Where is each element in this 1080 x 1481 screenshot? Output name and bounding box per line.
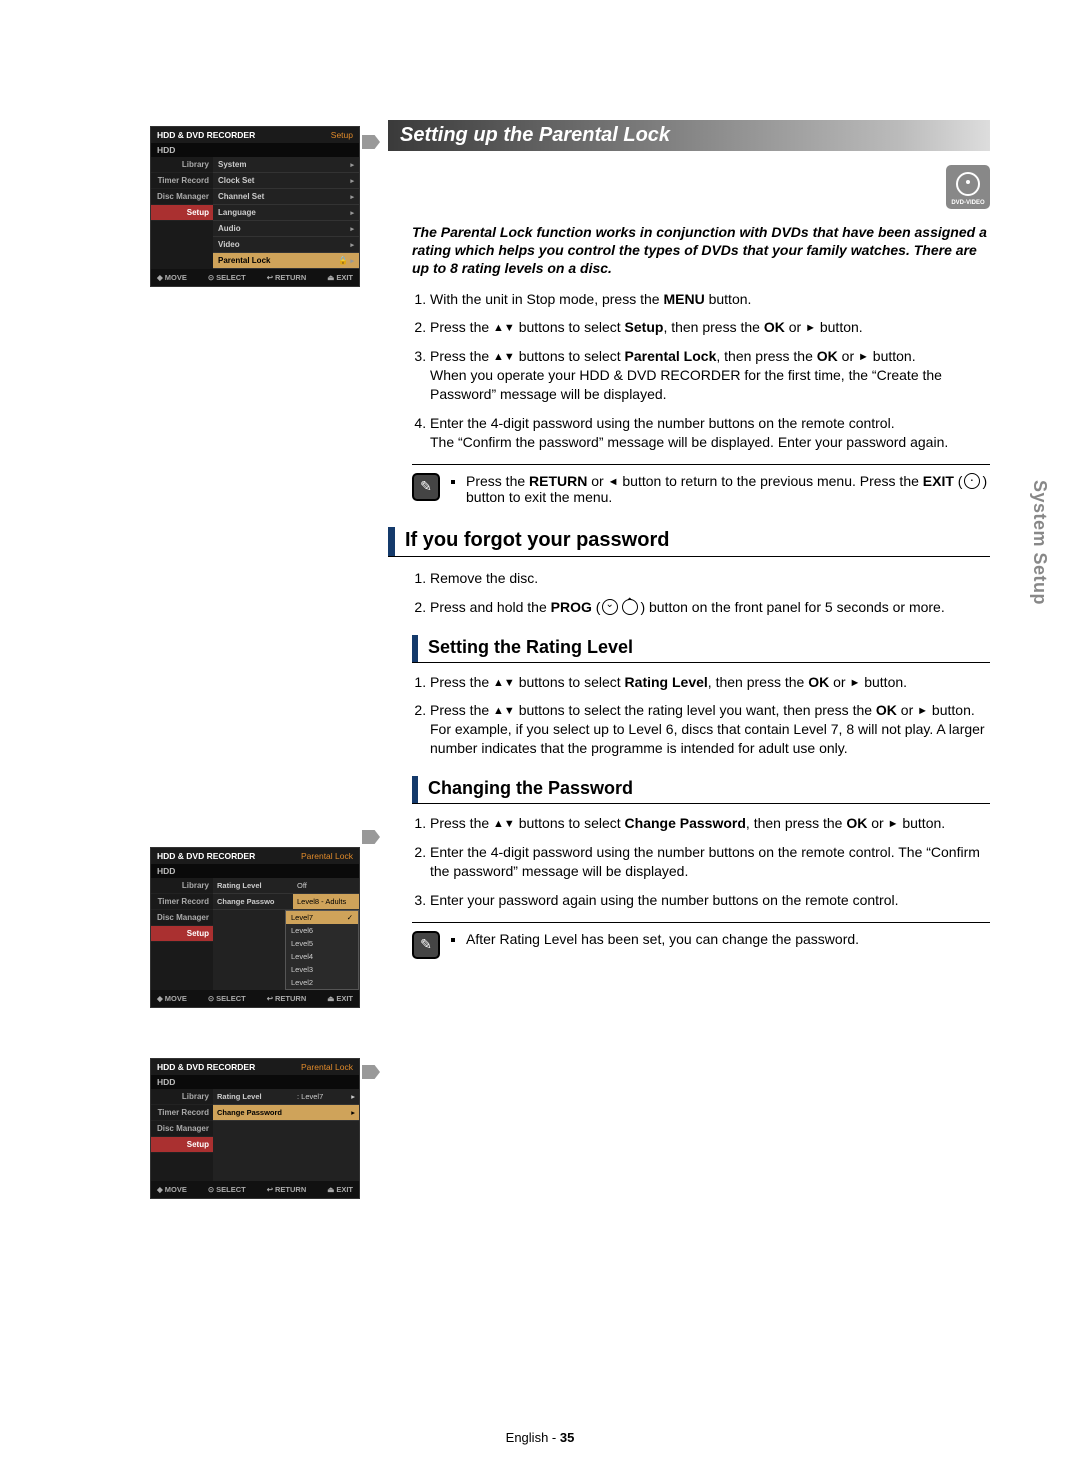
osd3-nav-2: Disc Manager xyxy=(151,1121,213,1137)
osd2-nav-0: Library xyxy=(151,878,213,894)
changepw-steps: Press the ▲▼ buttons to select Change Pa… xyxy=(412,814,990,910)
osd-foot-return: ↩ RETURN xyxy=(267,273,307,282)
osd2-row-1: Change Passwo Level8 - Adults xyxy=(213,894,359,910)
exit-button-icon xyxy=(964,473,980,489)
osd3-nav-1: Timer Record xyxy=(151,1105,213,1121)
osd-foot-move: ◆ MOVE xyxy=(157,273,187,282)
osd3-title: HDD & DVD RECORDER xyxy=(157,1062,255,1072)
main-note-text: Press the RETURN or ◄ button to return t… xyxy=(466,473,990,505)
osd3-sub: HDD xyxy=(151,1075,359,1089)
main-step-4: Enter the 4-digit password using the num… xyxy=(430,414,990,452)
prog-up-icon xyxy=(622,599,638,615)
forgot-step-1: Remove the disc. xyxy=(430,569,990,588)
osd1-opt-5: Video▸ xyxy=(213,237,359,253)
dvd-video-icon: DVD-VIDEO xyxy=(946,165,990,209)
osd2-dropdown: Level7✓ Level6 Level5 Level4 Level3 Leve… xyxy=(285,910,359,990)
main-step-3: Press the ▲▼ buttons to select Parental … xyxy=(430,347,990,404)
forgot-heading: If you forgot your password xyxy=(388,527,990,557)
changepw-note-text: After Rating Level has been set, you can… xyxy=(466,931,859,947)
lock-icon: 🔒 xyxy=(338,256,348,265)
osd-setup-parental: HDD & DVD RECORDER Setup HDD Library Tim… xyxy=(150,126,360,287)
osd2-dd-1: Level6 xyxy=(286,924,358,937)
main-note: ✎ Press the RETURN or ◄ button to return… xyxy=(412,464,990,505)
rating-heading: Setting the Rating Level xyxy=(412,635,990,663)
main-heading: Setting up the Parental Lock xyxy=(388,120,990,151)
osd1-sub: HDD xyxy=(151,143,359,157)
left-column: HDD & DVD RECORDER Setup HDD Library Tim… xyxy=(150,120,360,1199)
prog-down-icon xyxy=(602,599,618,615)
osd3-row-1: Change Password ▸ xyxy=(213,1105,359,1121)
osd1-opt-2: Channel Set▸ xyxy=(213,189,359,205)
osd1-title: HDD & DVD RECORDER xyxy=(157,130,255,140)
changepw-heading: Changing the Password xyxy=(412,776,990,804)
osd1-title-right: Setup xyxy=(331,130,353,140)
forgot-step-2: Press and hold the PROG () button on the… xyxy=(430,598,990,617)
osd3-nav-3: Setup xyxy=(151,1137,213,1153)
osd1-opt-1: Clock Set▸ xyxy=(213,173,359,189)
osd-change-password: HDD & DVD RECORDER Parental Lock HDD Lib… xyxy=(150,1058,360,1199)
osd2-title: HDD & DVD RECORDER xyxy=(157,851,255,861)
osd3-title-right: Parental Lock xyxy=(301,1062,353,1072)
changepw-step-3: Enter your password again using the numb… xyxy=(430,891,990,910)
osd2-dd-5: Level2 xyxy=(286,976,358,989)
osd1-opt-0: System▸ xyxy=(213,157,359,173)
osd2-row-0: Rating Level Off xyxy=(213,878,359,894)
osd3-nav-0: Library xyxy=(151,1089,213,1105)
rating-steps: Press the ▲▼ buttons to select Rating Le… xyxy=(412,673,990,759)
forgot-steps: Remove the disc. Press and hold the PROG… xyxy=(412,569,990,617)
osd3-row-0: Rating Level : Level7▸ xyxy=(213,1089,359,1105)
osd1-nav-3: Setup xyxy=(151,205,213,221)
osd-foot-exit: ⏏ EXIT xyxy=(327,273,353,282)
main-step-1: With the unit in Stop mode, press the ME… xyxy=(430,290,990,309)
osd2-dd-4: Level3 xyxy=(286,963,358,976)
osd-foot-select: ⊙ SELECT xyxy=(208,273,246,282)
note-icon-2: ✎ xyxy=(412,931,440,959)
side-tab-label: System Setup xyxy=(1029,480,1050,605)
intro-paragraph: The Parental Lock function works in conj… xyxy=(412,223,990,278)
rating-step-2: Press the ▲▼ buttons to select the ratin… xyxy=(430,701,990,758)
main-step-2: Press the ▲▼ buttons to select Setup, th… xyxy=(430,318,990,337)
right-column: Setting up the Parental Lock DVD-VIDEO T… xyxy=(388,120,990,1199)
osd2-nav-1: Timer Record xyxy=(151,894,213,910)
osd1-opt-6: Parental Lock🔒 ▸ xyxy=(213,253,359,269)
osd1-opt-3: Language▸ xyxy=(213,205,359,221)
changepw-note: ✎ After Rating Level has been set, you c… xyxy=(412,922,990,959)
note-icon: ✎ xyxy=(412,473,440,501)
osd1-nav-2: Disc Manager xyxy=(151,189,213,205)
changepw-step-1: Press the ▲▼ buttons to select Change Pa… xyxy=(430,814,990,833)
main-steps: With the unit in Stop mode, press the ME… xyxy=(412,290,990,452)
rating-step-1: Press the ▲▼ buttons to select Rating Le… xyxy=(430,673,990,692)
osd-rating-level: HDD & DVD RECORDER Parental Lock HDD Lib… xyxy=(150,847,360,1008)
osd2-nav-2: Disc Manager xyxy=(151,910,213,926)
osd1-opt-4: Audio▸ xyxy=(213,221,359,237)
osd2-nav-3: Setup xyxy=(151,926,213,942)
osd1-nav-1: Timer Record xyxy=(151,173,213,189)
osd1-nav-0: Library xyxy=(151,157,213,173)
osd2-dd-2: Level5 xyxy=(286,937,358,950)
osd2-title-right: Parental Lock xyxy=(301,851,353,861)
osd2-sub: HDD xyxy=(151,864,359,878)
osd2-dd-0: Level7✓ xyxy=(286,911,358,924)
changepw-step-2: Enter the 4-digit password using the num… xyxy=(430,843,990,881)
osd2-dd-3: Level4 xyxy=(286,950,358,963)
page-footer: English - 35 xyxy=(0,1430,1080,1445)
